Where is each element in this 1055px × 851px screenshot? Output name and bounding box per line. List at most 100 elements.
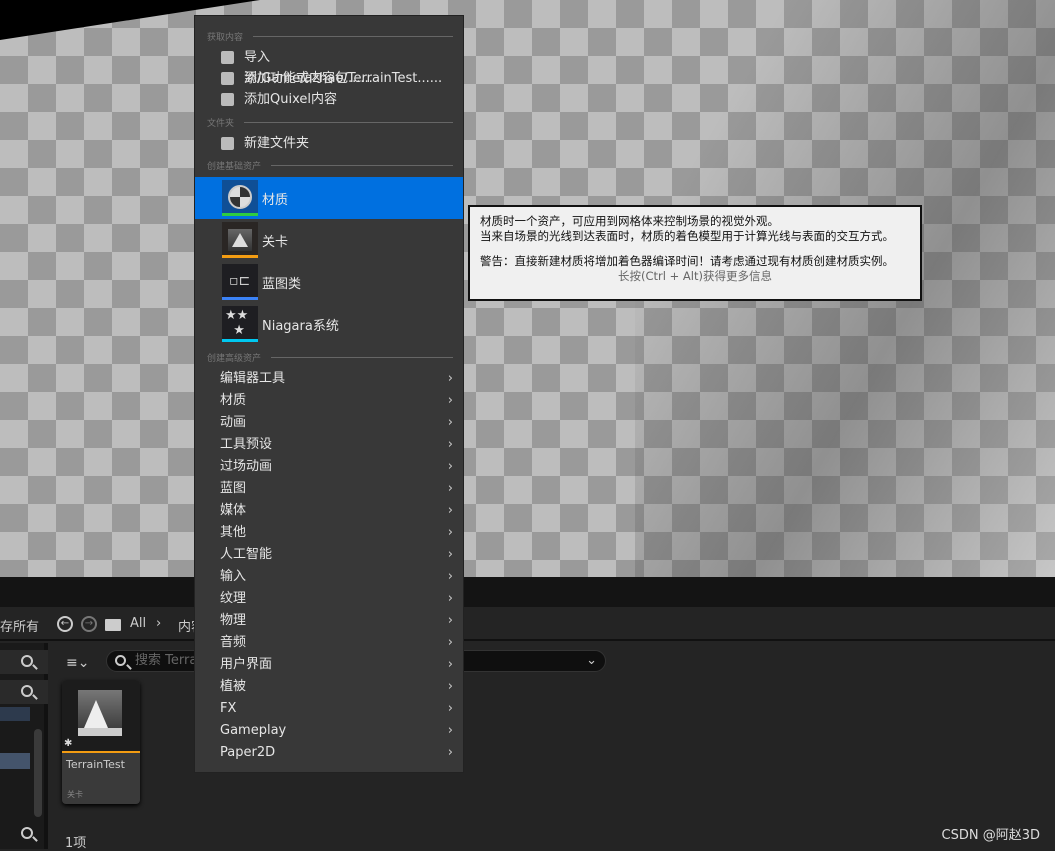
item-label: 其他 (220, 525, 247, 540)
item-label: Gameplay (220, 723, 287, 738)
folder-icon (105, 619, 121, 631)
search-icon (115, 655, 126, 666)
submenu-item[interactable]: 用户界面 › (195, 654, 463, 676)
submenu-item[interactable]: FX › (195, 698, 463, 720)
submenu-item[interactable]: 蓝图 › (195, 478, 463, 500)
search-placeholder: 搜索 Terra (135, 653, 198, 668)
niagara-icon: ★★ ★ (222, 306, 258, 342)
submenu-item[interactable]: 过场动画 › (195, 456, 463, 478)
submenu-item[interactable]: 物理 › (195, 610, 463, 632)
submenu-item[interactable]: 植被 › (195, 676, 463, 698)
menu-item-import[interactable]: 导入到/Game/azhao/TerrainTest...... (195, 47, 463, 86)
tooltip-warning: 警告：直接新建材质将增加着色器编译时间！请考虑通过现有材质创建材质实例。 (480, 254, 894, 268)
item-label: 添加Quixel内容 (244, 92, 337, 107)
folder-row-selected[interactable] (0, 753, 30, 769)
chevron-right-icon: › (447, 745, 453, 760)
submenu-item[interactable]: 动画 › (195, 412, 463, 434)
blueprint-icon: ▫⊏ (222, 264, 258, 300)
item-label: 物理 (220, 613, 247, 628)
chevron-right-icon: › (447, 591, 453, 606)
asset-type: 关卡 (67, 790, 83, 799)
chevron-down-icon[interactable]: ⌄ (586, 651, 597, 671)
chevron-right-icon: › (447, 547, 453, 562)
tooltip-hint: 长按(Ctrl + Alt)获得更多信息 (618, 269, 772, 283)
submenu-item[interactable]: Gameplay › (195, 720, 463, 742)
item-label: 蓝图 (220, 481, 247, 496)
item-count: 1项 (65, 836, 87, 851)
search-icon (21, 685, 33, 697)
item-label: 工具预设 (220, 437, 273, 452)
submenu-item[interactable]: 其他 › (195, 522, 463, 544)
scrollbar[interactable] (34, 729, 42, 817)
submenu-item[interactable]: 输入 › (195, 566, 463, 588)
breadcrumb-chevron-icon: › (156, 616, 162, 631)
submenu-item[interactable]: 人工智能 › (195, 544, 463, 566)
chevron-right-icon: › (447, 679, 453, 694)
item-label: Paper2D (220, 745, 276, 760)
item-label: 植被 (220, 679, 247, 694)
forward-icon[interactable]: → (81, 616, 97, 632)
item-label: 过场动画 (220, 459, 273, 474)
import-icon (221, 51, 234, 64)
filter-icon[interactable]: ≡⌄ (66, 655, 89, 671)
menu-item-add-feature-pack[interactable]: 添加功能或内容包...... (195, 68, 463, 89)
folders-search[interactable] (0, 680, 48, 704)
item-label: 音频 (220, 635, 247, 650)
submenu-item[interactable]: 纹理 › (195, 588, 463, 610)
submenu-item[interactable]: 媒体 › (195, 500, 463, 522)
level-icon (78, 690, 122, 736)
submenu-item[interactable]: 编辑器工具 › (195, 368, 463, 390)
sources-panel (0, 643, 48, 849)
chevron-right-icon: › (447, 613, 453, 628)
item-label: 添加功能或内容包...... (244, 71, 373, 86)
submenu-item[interactable]: 材质 › (195, 390, 463, 412)
menu-item-material[interactable]: 材质 (195, 177, 463, 219)
chevron-right-icon: › (447, 481, 453, 496)
chevron-right-icon: › (447, 437, 453, 452)
tooltip-line: 材质时一个资产，可应用到网格体来控制场景的视觉外观。 (480, 214, 779, 228)
item-label: 媒体 (220, 503, 247, 518)
save-all-button[interactable]: 存所有 (0, 616, 39, 635)
material-icon (222, 180, 258, 216)
chevron-right-icon: › (447, 657, 453, 672)
chevron-right-icon: › (447, 635, 453, 650)
section-basic-assets: 创建基础资产 (207, 159, 453, 172)
item-label: 动画 (220, 415, 247, 430)
menu-item-new-folder[interactable]: 新建文件夹 (195, 133, 463, 154)
panel-tab-bar (0, 577, 1055, 607)
submenu-item[interactable]: 音频 › (195, 632, 463, 654)
chevron-right-icon: › (447, 723, 453, 738)
submenu-item[interactable]: Paper2D › (195, 742, 463, 764)
submenu-item[interactable]: 工具预设 › (195, 434, 463, 456)
menu-item-niagara-system[interactable]: ★★ ★ Niagara系统 (195, 303, 463, 345)
item-label: 用户界面 (220, 657, 273, 672)
asset-tile[interactable]: ✱ TerrainTest 关卡 (62, 680, 140, 804)
level-thumbnail: ✱ (62, 680, 140, 753)
sources-search[interactable] (0, 650, 48, 674)
chevron-right-icon: › (447, 569, 453, 584)
search-icon[interactable] (21, 827, 33, 839)
menu-item-add-quixel[interactable]: 添加Quixel内容 (195, 89, 463, 110)
folder-row[interactable] (0, 707, 30, 721)
menu-item-blueprint-class[interactable]: ▫⊏ 蓝图类 (195, 261, 463, 303)
item-label: 材质 (220, 393, 247, 408)
item-label: 关卡 (262, 235, 289, 250)
item-label: 输入 (220, 569, 247, 584)
chevron-right-icon: › (447, 525, 453, 540)
new-folder-icon (221, 137, 234, 150)
asset-name: TerrainTest (66, 758, 125, 771)
menu-item-level[interactable]: 关卡 (195, 219, 463, 261)
chevron-right-icon: › (447, 415, 453, 430)
item-label: 材质 (262, 193, 289, 208)
breadcrumb-all[interactable]: All (130, 616, 146, 631)
chevron-right-icon: › (447, 459, 453, 474)
back-icon[interactable]: ← (57, 616, 73, 632)
item-label: 蓝图类 (262, 277, 302, 292)
star-icon: ✱ (64, 738, 73, 749)
item-label: 纹理 (220, 591, 247, 606)
add-asset-context-menu: 获取内容 导入到/Game/azhao/TerrainTest...... 添加… (194, 15, 464, 773)
chevron-right-icon: › (447, 393, 453, 408)
level-icon (222, 222, 258, 258)
section-folder: 文件夹 (207, 116, 453, 129)
add-feature-pack-icon (221, 72, 234, 85)
